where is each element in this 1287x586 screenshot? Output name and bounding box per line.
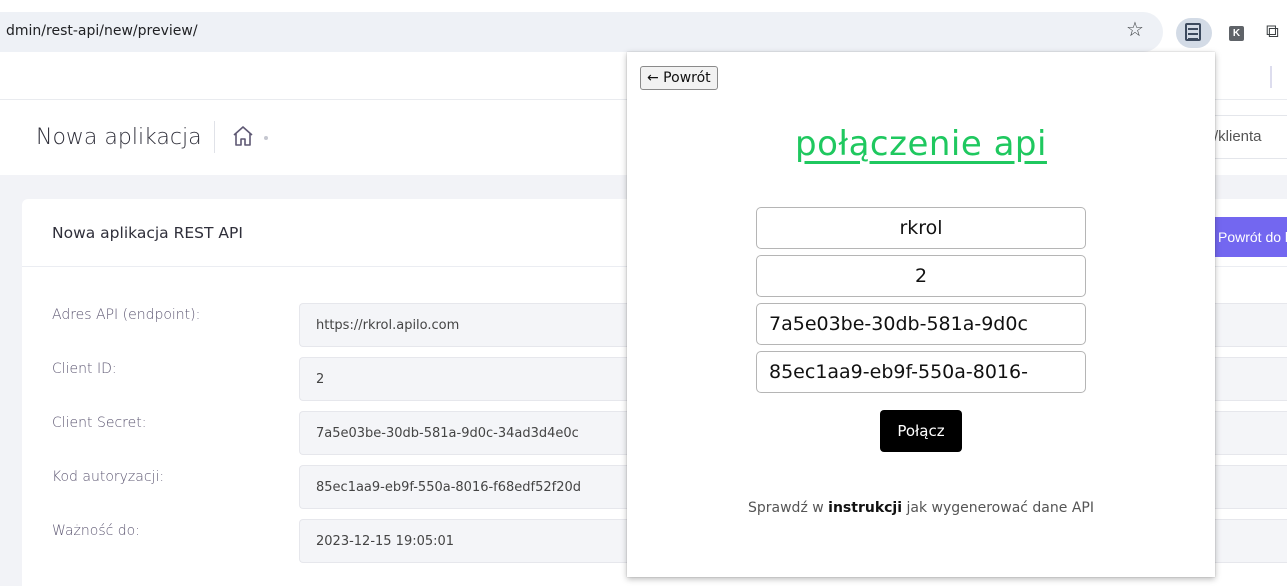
client-secret-input[interactable]: 7a5e03be-30db-581a-9d0c — [756, 303, 1086, 345]
username-input[interactable]: rkrol — [756, 207, 1086, 249]
help-text: Sprawdź w instrukcji jak wygenerować dan… — [627, 500, 1215, 516]
connect-button[interactable]: Połącz — [880, 410, 962, 452]
client-id-input[interactable]: 2 — [756, 255, 1086, 297]
back-to-list-button[interactable]: Powrót do li — [1208, 217, 1287, 257]
card-title: Nowa aplikacja REST API — [52, 224, 243, 242]
browser-toolbar: dmin/rest-api/new/preview/ ☆ K ⧉ — [0, 0, 1287, 58]
client-search-input[interactable]: /klienta — [1205, 115, 1287, 159]
puzzle-icon[interactable]: ⧉ — [1266, 22, 1279, 40]
url-text[interactable]: dmin/rest-api/new/preview/ — [6, 23, 198, 39]
address-bar[interactable]: dmin/rest-api/new/preview/ — [0, 12, 1163, 52]
form-label: Adres API (endpoint): — [52, 307, 201, 323]
extension-list-icon[interactable] — [1185, 23, 1201, 41]
page-title: Nowa aplikacja — [36, 125, 202, 150]
instructions-link[interactable]: instrukcji — [828, 500, 902, 516]
extension-k-icon[interactable]: K — [1229, 26, 1244, 41]
form-label: Ważność do: — [52, 523, 140, 539]
back-button[interactable]: ← Powrót — [640, 66, 718, 90]
topbar-divider — [1270, 66, 1272, 88]
form-label: Client Secret: — [52, 415, 147, 431]
breadcrumb-dot — [264, 136, 268, 140]
form-label: Kod autoryzacji: — [52, 469, 165, 485]
title-separator — [214, 121, 215, 153]
help-suffix: jak wygenerować dane API — [902, 500, 1094, 516]
star-icon[interactable]: ☆ — [1126, 20, 1144, 40]
extension-popup: ← Powrót połączenie api rkrol 2 7a5e03be… — [627, 52, 1215, 577]
auth-code-input[interactable]: 85ec1aa9-eb9f-550a-8016- — [756, 351, 1086, 393]
help-prefix: Sprawdź w — [748, 500, 829, 516]
form-label: Client ID: — [52, 361, 117, 377]
popup-title: połączenie api — [795, 124, 1047, 164]
home-icon[interactable] — [230, 123, 256, 149]
